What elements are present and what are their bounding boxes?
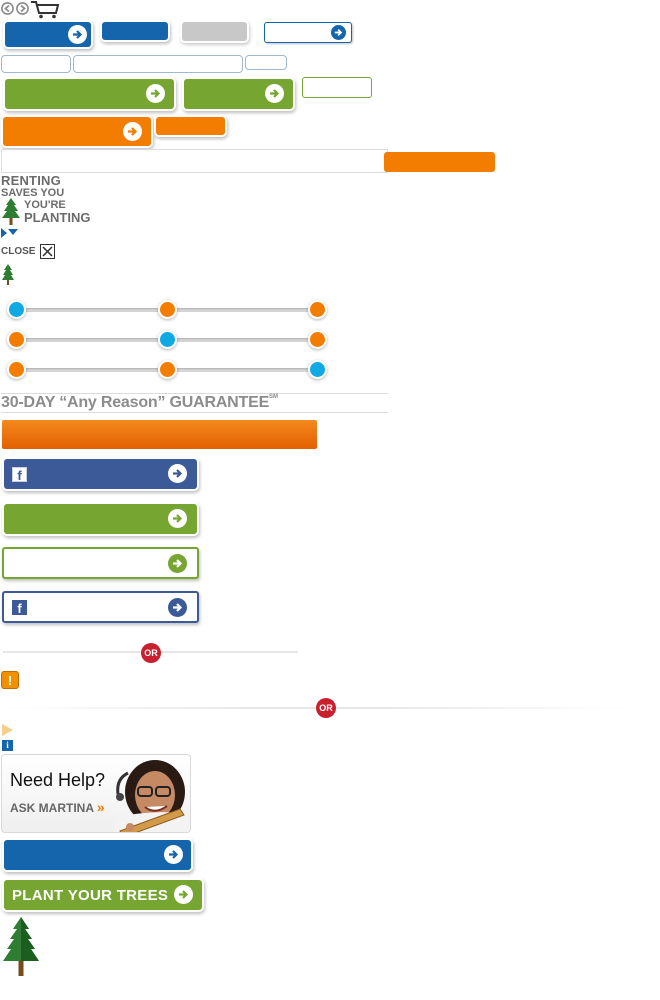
triangle-down-icon[interactable] [8, 229, 18, 235]
arrow-right-icon [265, 84, 284, 103]
arrow-right-icon [174, 885, 193, 904]
primary-arrow-button[interactable] [5, 22, 91, 47]
promo-title-planting: PLANTING [24, 210, 91, 225]
close-icon[interactable] [40, 244, 55, 259]
outline-facebook-button[interactable]: f [2, 591, 199, 623]
arrow-right-icon [168, 554, 187, 573]
guarantee-banner: 30-DAY “Any Reason” GUARANTEESM [1, 394, 388, 412]
arrow-right-icon [146, 84, 165, 103]
warning-icon: ! [1, 671, 19, 689]
facebook-icon: f [12, 600, 27, 616]
arrow-right-icon [168, 464, 187, 483]
info-icon[interactable]: i [2, 740, 13, 751]
arrow-right-icon [68, 25, 87, 44]
slider-knob[interactable] [160, 362, 175, 377]
orange-arrow-button[interactable] [3, 117, 151, 146]
slider-3[interactable] [8, 360, 328, 380]
orange-cta-bar[interactable] [2, 420, 317, 449]
pine-tree-icon [1, 198, 21, 226]
plant-your-trees-label: PLANT YOUR TREES [12, 887, 169, 904]
green-arrow-button[interactable] [184, 79, 293, 109]
arrow-left-circle-icon[interactable] [1, 2, 14, 15]
ask-martina-link[interactable]: ASK MARTINA » [10, 799, 105, 815]
guarantee-text: 30-DAY “Any Reason” GUARANTEE [1, 394, 270, 411]
green-wide-button[interactable] [4, 504, 197, 534]
ask-martina-label: ASK MARTINA [10, 801, 94, 815]
slider-knob[interactable] [310, 332, 325, 347]
arrow-right-icon [331, 25, 346, 40]
text-input-wide[interactable] [73, 55, 243, 73]
slider-knob[interactable] [9, 362, 24, 377]
text-input-tiny[interactable] [245, 55, 287, 70]
green-arrow-button-large[interactable] [5, 79, 174, 109]
arrow-right-circle-icon[interactable] [16, 2, 29, 15]
outline-blue-button[interactable] [264, 22, 352, 43]
plant-your-trees-button[interactable]: PLANT YOUR TREES [4, 880, 202, 910]
or-badge: OR [141, 643, 161, 663]
search-input[interactable] [1, 149, 388, 173]
text-input-small[interactable] [1, 55, 71, 73]
close-label[interactable]: CLOSE [1, 246, 35, 257]
need-help-title: Need Help? [10, 770, 106, 790]
divider [1, 412, 388, 413]
promo-title-renting: RENTING [1, 173, 61, 188]
slider-knob[interactable] [310, 362, 325, 377]
search-button[interactable] [384, 152, 495, 172]
arrow-right-icon [168, 598, 187, 617]
play-triangle-icon[interactable] [2, 724, 13, 736]
support-agent-avatar [110, 759, 190, 832]
slider-1[interactable] [8, 300, 328, 320]
slider-knob[interactable] [9, 332, 24, 347]
service-mark: SM [269, 394, 279, 400]
slider-knob[interactable] [160, 302, 175, 317]
small-pine-tree-icon [1, 264, 15, 286]
outline-green-wide-button[interactable] [2, 547, 199, 579]
double-chevron-icon: » [96, 799, 105, 815]
cart-icon[interactable] [30, 0, 60, 19]
small-orange-button[interactable] [156, 117, 225, 135]
slider-2[interactable] [8, 330, 328, 350]
outline-green-button[interactable] [302, 77, 372, 98]
slider-knob[interactable] [160, 332, 175, 347]
need-help-card[interactable]: Need Help? ASK MARTINA » [1, 754, 191, 833]
arrow-right-icon [168, 509, 187, 528]
arrow-right-icon [123, 122, 142, 141]
disabled-button [182, 22, 247, 41]
or-badge: OR [316, 698, 336, 718]
slider-knob[interactable] [9, 302, 24, 317]
small-blue-button[interactable] [102, 22, 168, 40]
facebook-icon: f [12, 467, 27, 483]
triangle-right-icon[interactable] [1, 228, 7, 238]
blue-wide-button[interactable] [4, 840, 191, 870]
arrow-right-icon [164, 845, 183, 864]
large-pine-tree-icon [2, 917, 40, 977]
facebook-button[interactable]: f [4, 459, 197, 489]
slider-knob[interactable] [310, 302, 325, 317]
